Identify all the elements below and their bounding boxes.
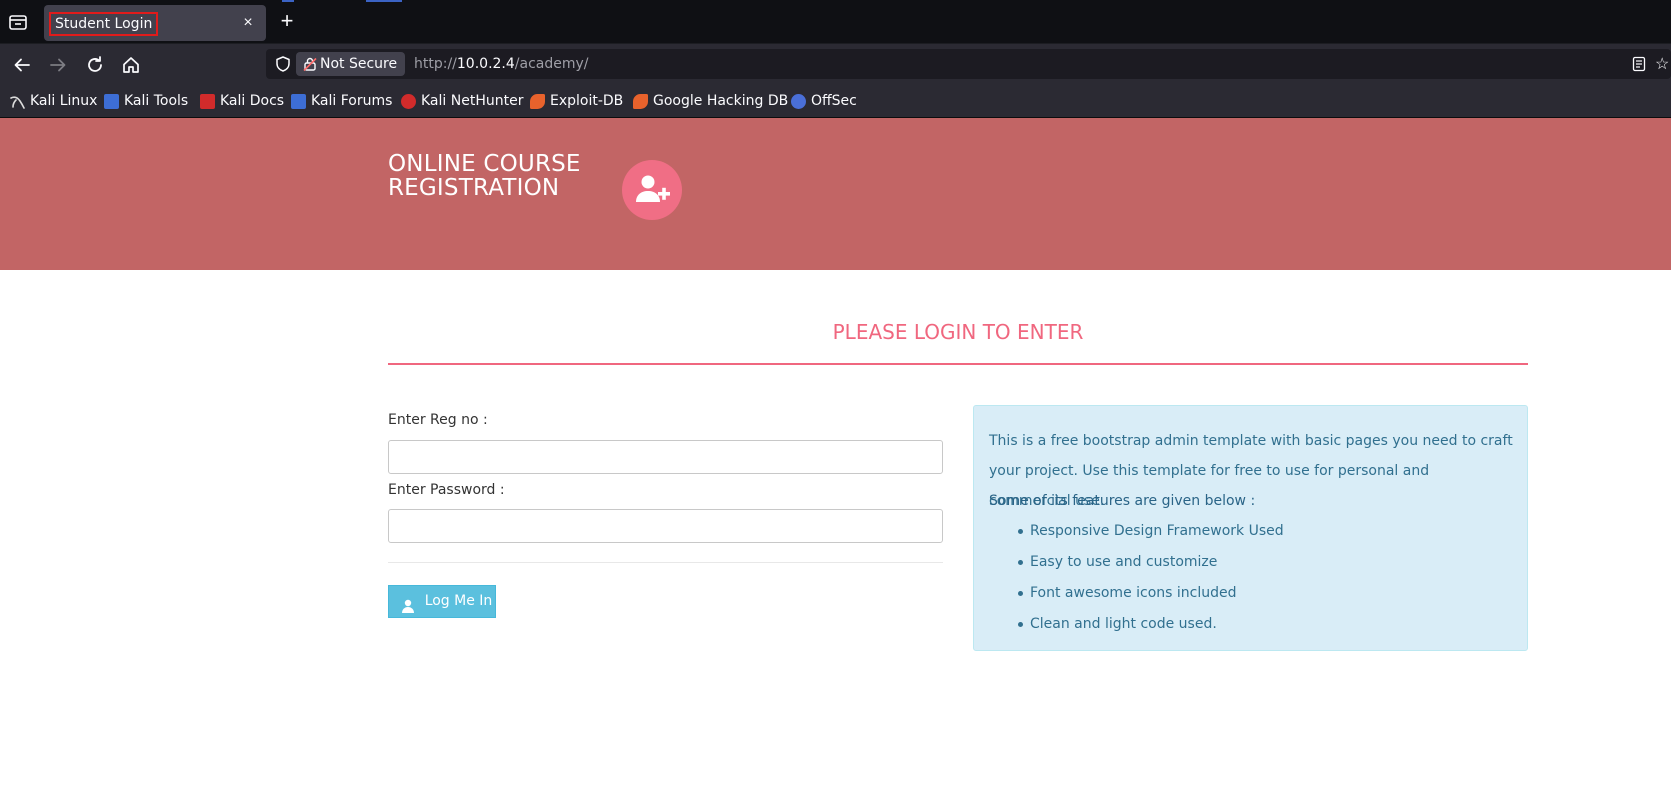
feature-item: Clean and light code used. [1018,609,1284,640]
user-plus-icon [636,175,670,202]
new-tab-button[interactable]: + [276,10,298,33]
site-title[interactable]: ONLINE COURSE REGISTRATION [388,152,608,200]
insecure-lock-icon [302,56,318,72]
bookmark-google-hacking-db[interactable]: Google Hacking DB [633,92,788,110]
logo-badge [622,160,682,220]
bookmark-offsec[interactable]: OffSec [791,92,857,110]
feature-list: Responsive Design Framework Used Easy to… [1018,516,1284,640]
password-input[interactable] [388,509,943,543]
bookmark-label: Kali Forums [311,93,393,109]
site-title-line1: ONLINE COURSE [388,151,581,177]
back-arrow-icon[interactable] [11,54,33,76]
site-header: ONLINE COURSE REGISTRATION [0,118,1671,270]
bookmark-label: Kali NetHunter [421,93,524,109]
bookmark-exploit-db[interactable]: Exploit-DB [530,92,623,110]
info-subheading: Some of its features are given below : [989,493,1256,509]
bookmark-kali-linux[interactable]: Kali Linux [10,92,97,110]
bookmark-star-icon[interactable]: ☆ [1655,54,1671,74]
bookmark-kali-tools[interactable]: Kali Tools [104,92,188,110]
log-me-in-button[interactable]: Log Me In [388,585,496,618]
bookmark-label: Kali Tools [124,93,189,109]
url-host: 10.0.2.4 [456,56,515,72]
reg-no-input[interactable] [388,440,943,474]
tab-strip-accent [366,0,402,2]
not-secure-indicator[interactable]: Not Secure [296,52,406,76]
url-path: /academy/ [514,56,589,72]
tab-strip-accent [282,0,294,2]
tracking-protection-shield-icon[interactable] [274,55,292,73]
exploit-db-icon [530,94,545,109]
reader-view-icon[interactable] [1631,56,1647,72]
tab-title: Student Login [49,12,159,36]
browser-nav-bar: Not Secure http://10.0.2.4/academy/ ☆ [0,44,1671,84]
kali-docs-icon [200,94,215,109]
password-label: Enter Password : [388,482,505,498]
offsec-icon [791,94,806,109]
kali-tools-icon [104,94,119,109]
home-icon[interactable] [120,54,142,76]
url-text[interactable]: http://10.0.2.4/academy/ [414,56,589,72]
bookmark-kali-forums[interactable]: Kali Forums [291,92,392,110]
bookmark-label: OffSec [811,93,857,109]
close-tab-icon[interactable]: × [238,13,258,33]
forward-arrow-icon[interactable] [47,54,69,76]
kali-linux-icon [10,94,25,109]
bookmark-label: Exploit-DB [550,93,624,109]
reload-icon[interactable] [84,54,106,76]
bookmark-label: Kali Docs [220,93,285,109]
not-secure-label: Not Secure [320,56,398,72]
bookmark-label: Kali Linux [30,93,98,109]
address-bar[interactable]: Not Secure http://10.0.2.4/academy/ ☆ [266,49,1671,79]
google-hacking-db-icon [633,94,648,109]
kali-nethunter-icon [401,94,416,109]
bookmarks-toolbar: Kali Linux Kali Tools Kali Docs Kali For… [0,84,1671,118]
kali-forums-icon [291,94,306,109]
tab-list-icon[interactable] [8,13,28,31]
user-icon [401,594,415,613]
browser-tab-bar: Student Login × + [0,0,1671,44]
url-scheme: http:// [414,56,457,72]
bookmark-kali-nethunter[interactable]: Kali NetHunter [401,92,523,110]
page-heading: PLEASE LOGIN TO ENTER [832,320,1084,344]
log-me-in-label: Log Me In [424,593,493,609]
feature-item: Responsive Design Framework Used [1018,516,1284,547]
feature-item: Easy to use and customize [1018,547,1284,578]
feature-item: Font awesome icons included [1018,578,1284,609]
tab-student-login[interactable]: Student Login × [44,5,266,41]
form-divider [388,562,943,563]
bookmark-label: Google Hacking DB [653,93,789,109]
bookmark-kali-docs[interactable]: Kali Docs [200,92,284,110]
info-panel: This is a free bootstrap admin template … [973,405,1528,651]
site-title-line2: REGISTRATION [388,175,560,201]
reg-no-label: Enter Reg no : [388,412,488,428]
heading-divider [388,363,1528,365]
